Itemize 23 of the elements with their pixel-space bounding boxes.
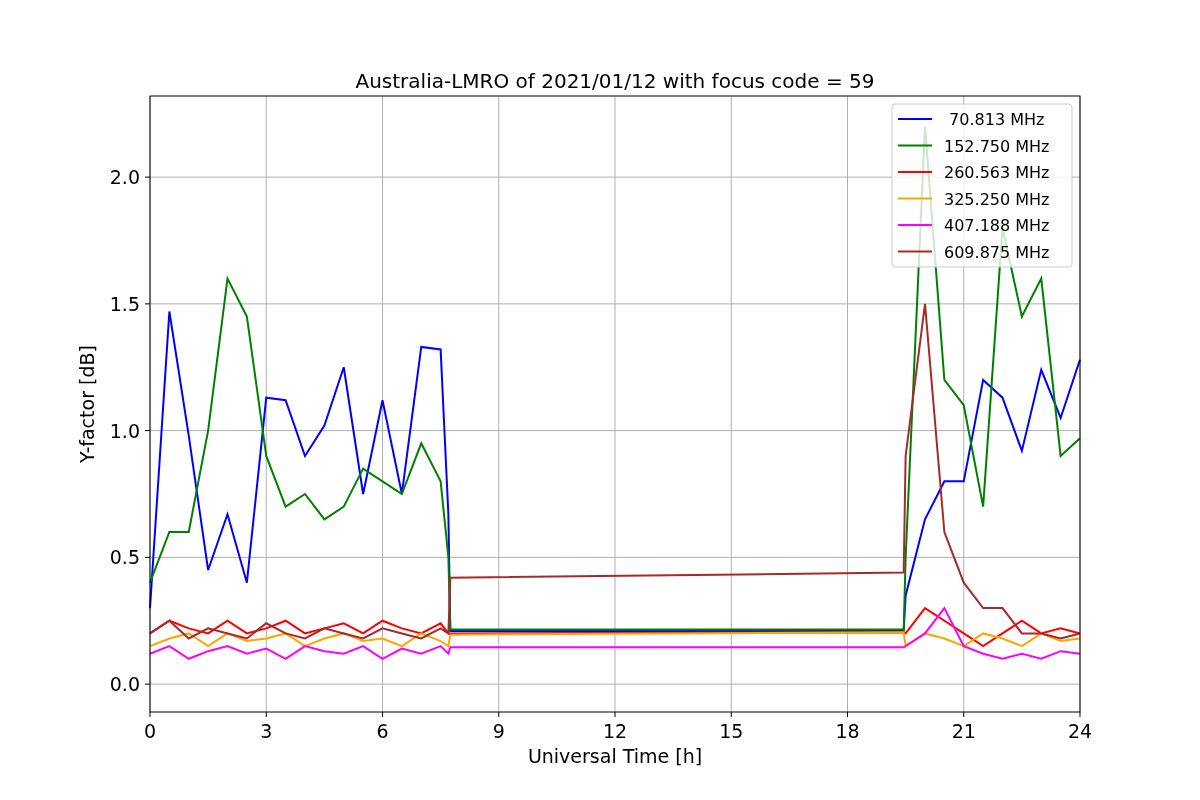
y-tick-label: 1.0 xyxy=(109,419,140,442)
x-tick-label: 21 xyxy=(951,720,976,742)
x-tick-label: 24 xyxy=(1067,720,1093,742)
y-axis-label: Y-factor [dB] xyxy=(76,345,98,463)
legend-label: 609.875 MHz xyxy=(944,242,1050,262)
y-tick-label: 0.0 xyxy=(109,673,140,696)
x-axis-label: Universal Time [h] xyxy=(527,745,703,767)
y-tick-label: 2.0 xyxy=(109,166,140,189)
legend-label: 70.813 MHz xyxy=(949,110,1045,129)
legend-label: 325.250 MHz xyxy=(944,189,1050,209)
y-tick-label: 1.5 xyxy=(109,292,140,315)
legend-label: 260.563 MHz xyxy=(944,163,1050,182)
x-tick-label: 15 xyxy=(719,720,744,742)
y-tick-label: 0.5 xyxy=(109,546,140,569)
chart-title: Australia-LMRO of 2021/01/12 with focus code = 59 xyxy=(355,69,875,93)
x-tick-label: 12 xyxy=(602,720,628,742)
legend-label: 407.188 MHz xyxy=(944,216,1050,235)
x-tick-label: 0 xyxy=(143,720,157,742)
legend-label: 152.750 MHz xyxy=(944,136,1050,156)
x-tick-label: 9 xyxy=(492,720,505,742)
x-tick-label: 3 xyxy=(260,720,273,742)
x-tick-label: 18 xyxy=(835,720,860,742)
x-tick-label: 6 xyxy=(376,720,389,742)
